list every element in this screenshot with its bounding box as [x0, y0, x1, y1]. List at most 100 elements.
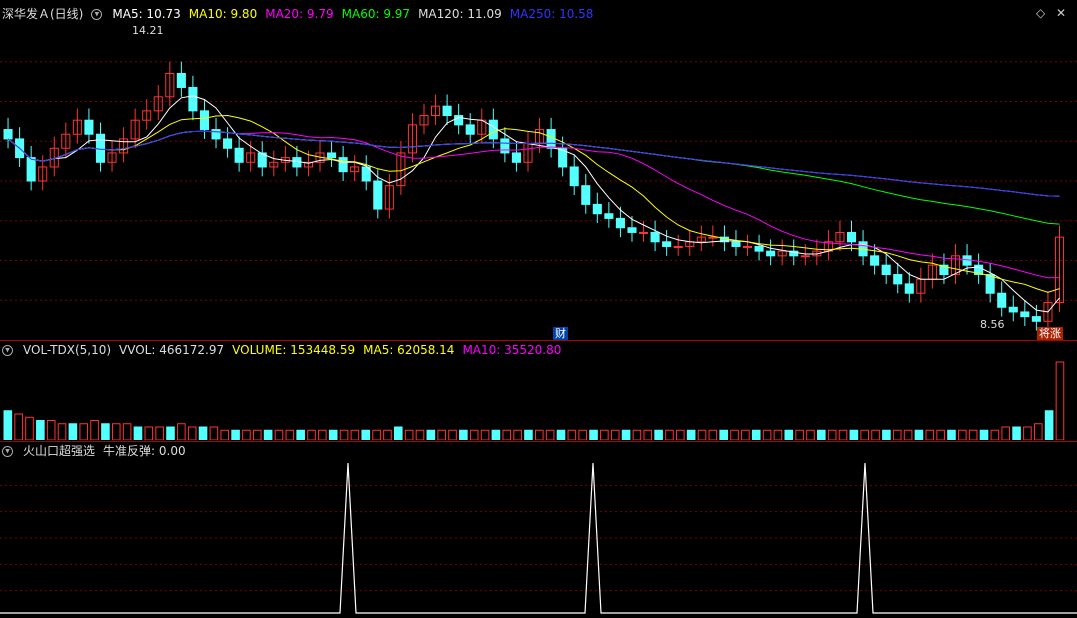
volume-bar: [3, 410, 13, 440]
candle-body: [731, 241, 741, 247]
volume-bar: [459, 429, 468, 440]
vol-label-2: MA5: 62058.14: [363, 343, 455, 357]
volume-bar: [79, 423, 89, 440]
candle-body: [662, 241, 672, 247]
candle-body: [881, 264, 891, 276]
ma-line-10: [7, 114, 1060, 293]
limit-up-tag[interactable]: 将涨: [1037, 327, 1063, 340]
volume-bar: [838, 429, 848, 440]
volume-bar: [90, 420, 99, 440]
low-price-label: 8.56: [980, 318, 1005, 331]
volume-bar: [643, 429, 653, 440]
ma-label-5: MA250: 10.58: [509, 7, 594, 21]
volume-bar: [784, 429, 794, 440]
volume-divider: [0, 441, 1077, 442]
vol-label-3: MA10: 35520.80: [462, 343, 562, 357]
volume-bar: [285, 429, 295, 440]
candle-body: [581, 185, 591, 205]
volume-bar: [947, 429, 956, 440]
volume-bar: [892, 429, 902, 440]
main-legend: 深华发Ａ(日线) MA5: 10.73 MA10: 9.80 MA20: 9.79 M…: [0, 6, 593, 22]
volume-bar: [654, 429, 663, 440]
volume-bar: [719, 429, 728, 440]
volume-bar: [513, 429, 522, 440]
volume-bar: [817, 429, 826, 440]
volume-bar: [361, 429, 371, 440]
volume-bar: [448, 429, 457, 440]
candle-body: [500, 138, 510, 154]
candle-body: [893, 274, 903, 285]
candle-body: [176, 72, 186, 88]
settings-icon[interactable]: [91, 8, 103, 20]
volume-bar: [741, 429, 750, 440]
candle-body: [766, 250, 776, 257]
candle-body: [569, 166, 579, 187]
volume-bar: [556, 429, 566, 440]
finance-tag[interactable]: 财: [553, 327, 568, 340]
candle-body: [985, 274, 995, 294]
volume-bar: [502, 429, 512, 440]
candle-body: [327, 152, 337, 159]
volume-bar: [491, 429, 501, 440]
restore-button[interactable]: ◇: [1036, 6, 1045, 20]
volume-bar: [1001, 426, 1011, 440]
volume-bar: [426, 429, 436, 440]
indicator-chart: [0, 462, 1077, 614]
volume-bar: [925, 429, 935, 440]
volume-bar: [144, 426, 154, 440]
volume-bar: [350, 429, 360, 440]
indicator-settings-icon[interactable]: [2, 445, 13, 457]
candle-body: [188, 86, 198, 112]
volume-bar: [860, 429, 870, 440]
volume-bar: [697, 429, 707, 440]
ma-label-3: MA60: 9.97: [341, 7, 411, 21]
indicator-title: 火山口超强选: [23, 444, 96, 458]
ma-label-1: MA10: 9.80: [188, 7, 258, 21]
volume-bar: [209, 426, 219, 440]
volume-legend: VOL-TDX(5,10) VVOL: 466172.97 VOLUME: 153…: [0, 342, 561, 358]
volume-bar: [1012, 426, 1021, 440]
vol-label-1: VOLUME: 153448.59: [232, 343, 356, 357]
volume-bar: [686, 429, 696, 440]
volume-bar: [393, 426, 403, 440]
volume-bar: [296, 429, 305, 440]
volume-bar: [14, 413, 23, 440]
candle-body: [1020, 311, 1030, 318]
candle-body: [84, 119, 94, 135]
volume-chart: [3, 361, 1065, 440]
candle-body: [846, 231, 857, 243]
volume-bar: [220, 429, 230, 440]
volume-bar: [437, 429, 446, 440]
volume-bar: [708, 429, 718, 440]
volume-bar: [827, 429, 837, 440]
volume-bar: [795, 429, 804, 440]
volume-bar: [155, 426, 164, 440]
volume-bar: [751, 429, 761, 440]
candlestick-chart: [0, 61, 1077, 331]
close-button[interactable]: ✕: [1056, 6, 1066, 20]
high-price-label: 14.21: [132, 24, 164, 37]
volume-settings-icon[interactable]: [2, 344, 13, 356]
candle-body: [870, 255, 880, 266]
candle-body: [592, 203, 602, 215]
candle-body: [742, 245, 753, 248]
volume-bar: [252, 429, 262, 440]
volume-bar: [610, 429, 620, 440]
volume-bar: [1033, 423, 1043, 440]
candle-body: [211, 129, 221, 140]
candle-body: [338, 157, 348, 173]
volume-bar: [25, 416, 34, 440]
volume-bar: [307, 429, 316, 440]
volume-bar: [101, 423, 110, 440]
indicator-items: 牛准反弹: 0.00: [103, 443, 186, 459]
candle-body: [904, 283, 914, 294]
volume-bar: [979, 429, 989, 440]
volume-bar: [122, 423, 132, 440]
volume-bar: [578, 429, 587, 440]
volume-bar: [665, 429, 674, 440]
volume-bar: [480, 429, 490, 440]
volume-bar: [632, 429, 642, 440]
volume-bar: [936, 429, 945, 440]
volume-items: VVOL: 466172.97 VOLUME: 153448.59 MA5: 620…: [119, 342, 561, 358]
volume-bar: [133, 426, 143, 440]
